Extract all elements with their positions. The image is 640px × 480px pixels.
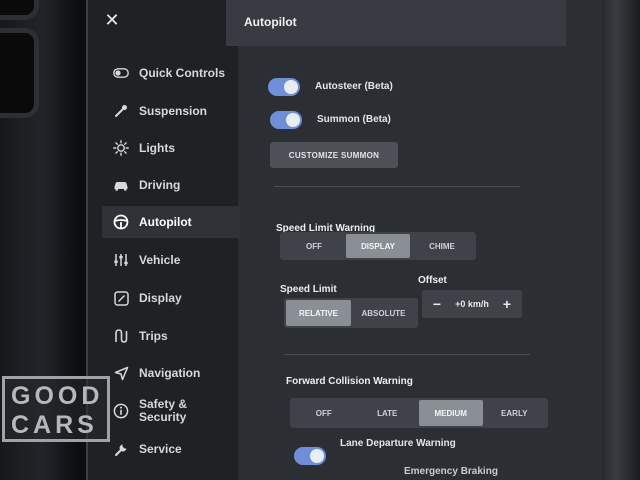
touchscreen: ✕ Quick Controls Suspension Lights Drivi…: [86, 0, 602, 480]
sidebar-item-suspension[interactable]: Suspension: [112, 96, 207, 126]
sidebar-item-autopilot[interactable]: Autopilot: [102, 206, 240, 238]
speed-limit-relative[interactable]: RELATIVE: [286, 300, 351, 326]
page-title: Autopilot: [244, 15, 297, 29]
offset-label: Offset: [418, 275, 447, 286]
forward-collision-late[interactable]: LATE: [356, 400, 420, 426]
forward-collision-medium[interactable]: MEDIUM: [419, 400, 483, 426]
summon-label: Summon (Beta): [317, 114, 391, 125]
sidebar-item-trips[interactable]: Trips: [112, 321, 168, 351]
service-wrench-icon: [112, 440, 130, 458]
air-vent: [0, 0, 39, 20]
customize-summon-button[interactable]: CUSTOMIZE SUMMON: [270, 142, 398, 168]
page-header: Autopilot: [226, 0, 566, 46]
steering-wheel-icon: [112, 213, 130, 231]
sidebar-item-label: Quick Controls: [139, 66, 226, 80]
wrench-icon: [112, 102, 130, 120]
divider: [274, 186, 520, 187]
divider: [284, 354, 530, 355]
forward-collision-warning-selector: OFF LATE MEDIUM EARLY: [290, 398, 548, 428]
toggle-icon: [112, 64, 130, 82]
speed-limit-warning-chime[interactable]: CHIME: [410, 234, 474, 258]
lane-departure-warning-label: Lane Departure Warning: [340, 438, 456, 449]
autopilot-settings-panel: Autosteer (Beta) Summon (Beta) CUSTOMIZE…: [226, 46, 602, 480]
forward-collision-warning-label: Forward Collision Warning: [286, 376, 413, 387]
sidebar-item-label: Service: [139, 442, 182, 456]
watermark-line: GOOD: [11, 382, 104, 410]
sidebar-item-lights[interactable]: Lights: [112, 133, 175, 163]
lane-departure-warning-toggle[interactable]: [294, 447, 326, 465]
close-icon[interactable]: ✕: [102, 10, 122, 30]
car-icon: [112, 176, 130, 194]
sidebar-item-label: Suspension: [139, 104, 208, 118]
speed-limit-label: Speed Limit: [280, 284, 337, 295]
speed-limit-warning-selector: OFF DISPLAY CHIME: [280, 232, 476, 260]
info-icon: [112, 402, 130, 420]
sidebar-item-label: Safety & Security: [139, 398, 187, 424]
sidebar-item-navigation[interactable]: Navigation: [112, 358, 200, 388]
sidebar-item-label: Autopilot: [139, 215, 192, 229]
summon-toggle[interactable]: [270, 111, 302, 129]
sidebar-item-driving[interactable]: Driving: [112, 170, 180, 200]
sidebar-item-label: Driving: [139, 178, 181, 192]
speed-limit-warning-display[interactable]: DISPLAY: [346, 234, 410, 258]
watermark-line: CARS: [11, 411, 98, 439]
sidebar-item-label: Lights: [139, 141, 175, 155]
speed-limit-warning-off[interactable]: OFF: [282, 234, 346, 258]
autosteer-label: Autosteer (Beta): [315, 81, 393, 92]
speed-limit-selector: RELATIVE ABSOLUTE: [284, 298, 418, 328]
forward-collision-early[interactable]: EARLY: [483, 400, 547, 426]
sidebar-item-label: Trips: [139, 329, 168, 343]
trips-icon: [112, 327, 130, 345]
sidebar-item-display[interactable]: Display: [112, 283, 182, 313]
sidebar-item-service[interactable]: Service: [112, 434, 182, 464]
autosteer-toggle[interactable]: [268, 78, 300, 96]
offset-value: +0 km/h: [455, 299, 489, 309]
offset-decrease-button[interactable]: −: [430, 296, 444, 312]
watermark-logo: GOOD CARS: [2, 376, 110, 442]
offset-stepper: − +0 km/h +: [422, 290, 522, 318]
sliders-icon: [112, 251, 130, 269]
navigation-arrow-icon: [112, 364, 130, 382]
sidebar-item-label: Navigation: [139, 366, 201, 380]
display-icon: [112, 289, 130, 307]
sidebar-item-label-line2: Security: [139, 410, 187, 424]
sidebar-item-safety-security[interactable]: Safety & Security: [112, 394, 187, 428]
sidebar-item-label: Vehicle: [139, 253, 181, 267]
forward-collision-off[interactable]: OFF: [292, 400, 356, 426]
air-vent: [0, 28, 39, 118]
emergency-braking-label: Emergency Braking: [404, 466, 498, 477]
sidebar-item-label: Display: [139, 291, 182, 305]
speed-limit-absolute[interactable]: ABSOLUTE: [351, 300, 416, 326]
sidebar-item-quick-controls[interactable]: Quick Controls: [112, 58, 225, 88]
settings-sidebar: ✕ Quick Controls Suspension Lights Drivi…: [88, 0, 240, 480]
sun-icon: [112, 139, 130, 157]
offset-increase-button[interactable]: +: [500, 296, 514, 312]
sidebar-item-vehicle[interactable]: Vehicle: [112, 245, 180, 275]
